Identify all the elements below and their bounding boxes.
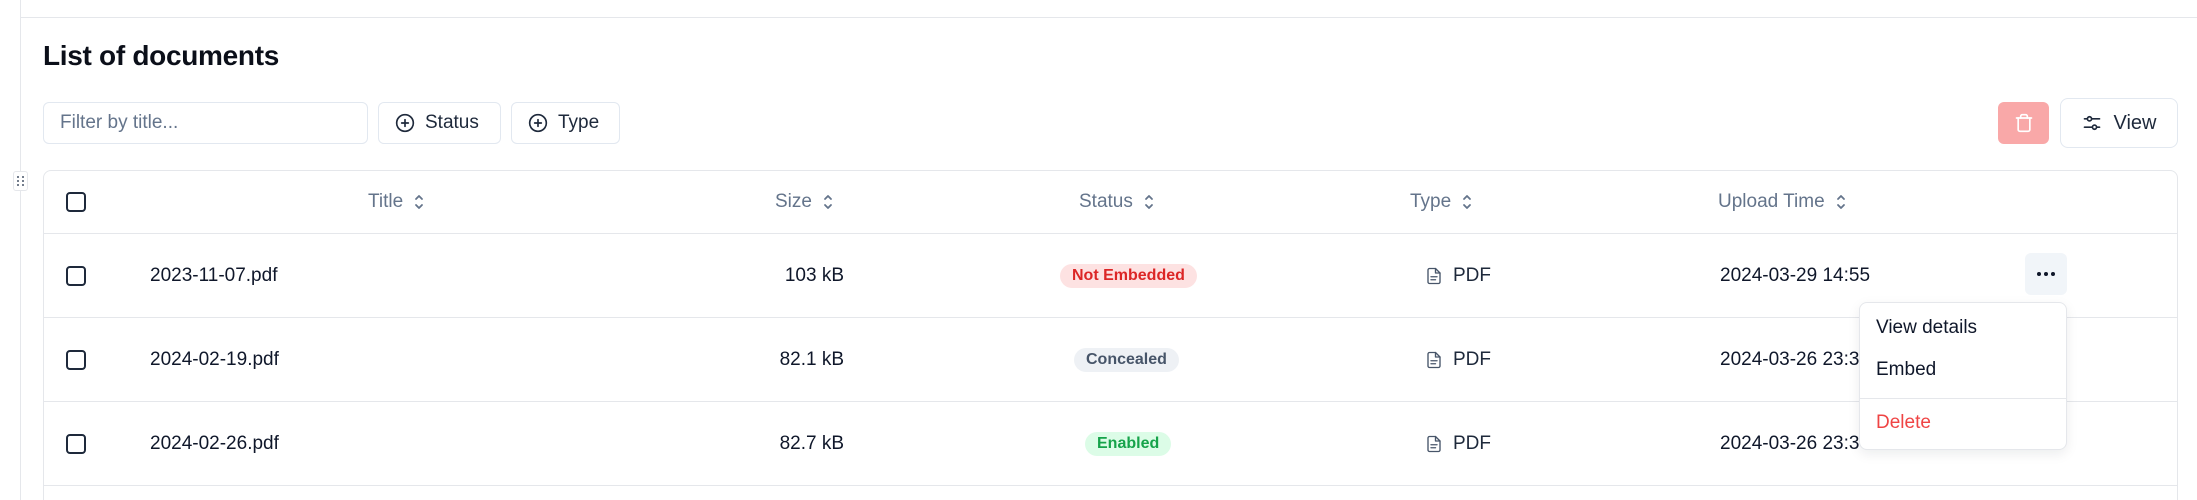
column-header-label: Type [1410, 191, 1452, 212]
sort-icon [1836, 195, 1845, 209]
status-filter-button[interactable]: Status [378, 102, 501, 144]
row-actions-button[interactable] [2025, 253, 2067, 295]
row-type: PDF [1425, 234, 1491, 317]
column-header-label: Upload Time [1718, 191, 1825, 212]
page-title: List of documents [43, 40, 280, 71]
filter-title-input[interactable] [43, 102, 368, 144]
drag-handle-icon[interactable] [13, 171, 28, 191]
row-type: PDF [1425, 318, 1491, 401]
documents-page: List of documents Status Type View Title… [0, 0, 2197, 500]
more-horizontal-icon [2037, 272, 2055, 276]
table-row[interactable]: 2023-11-07.pdf 103 kB Not Embedded PDF 2… [44, 234, 2177, 318]
sort-icon [415, 195, 424, 209]
column-header-label: Status [1079, 191, 1133, 212]
table-row[interactable]: 2024-02-26.pdf 82.7 kB Enabled PDF 2024-… [44, 402, 2177, 486]
menu-separator [1860, 398, 2066, 399]
sort-icon [1144, 195, 1153, 209]
row-type: PDF [1425, 402, 1491, 485]
view-options-label: View [2113, 111, 2157, 134]
row-title: 2024-02-19.pdf [150, 348, 279, 370]
row-type-label: PDF [1453, 348, 1491, 370]
type-filter-label: Type [558, 112, 600, 133]
status-badge: Enabled [1085, 431, 1172, 456]
plus-circle-icon [395, 113, 415, 133]
table-row[interactable]: 2024-02-19.pdf 82.1 kB Concealed PDF 202… [44, 318, 2177, 402]
table-header-row: Title Size Status Type Upload Time [44, 171, 2177, 234]
file-text-icon [1427, 351, 1441, 368]
column-header-upload-time[interactable]: Upload Time [1718, 171, 1847, 233]
column-header-title[interactable]: Title [368, 171, 425, 233]
status-badge: Concealed [1074, 347, 1179, 372]
sort-icon [1463, 195, 1472, 209]
row-size: 82.7 kB [779, 432, 844, 454]
row-title: 2024-02-26.pdf [150, 432, 279, 454]
file-text-icon [1427, 435, 1441, 452]
select-all-checkbox[interactable] [66, 192, 86, 212]
menu-item-view-details[interactable]: View details [1876, 317, 1977, 339]
column-header-status[interactable]: Status [1079, 171, 1155, 233]
sidebar-border [20, 0, 21, 500]
row-size: 82.1 kB [779, 348, 844, 370]
status-badge: Not Embedded [1060, 263, 1197, 288]
column-header-type[interactable]: Type [1410, 171, 1473, 233]
row-actions-menu: View details Embed Delete [1859, 302, 2067, 450]
menu-item-embed[interactable]: Embed [1876, 359, 1936, 381]
type-filter-button[interactable]: Type [511, 102, 620, 144]
row-type-label: PDF [1453, 432, 1491, 454]
delete-selected-button[interactable] [1998, 102, 2049, 144]
file-text-icon [1427, 267, 1441, 284]
column-header-label: Size [775, 191, 812, 212]
top-divider [21, 17, 2197, 18]
plus-circle-icon [528, 113, 548, 133]
column-header-label: Title [368, 191, 404, 212]
sort-icon [824, 195, 832, 209]
row-type-label: PDF [1453, 264, 1491, 286]
row-checkbox[interactable] [66, 433, 86, 454]
row-checkbox[interactable] [66, 349, 86, 370]
sliders-icon [2083, 115, 2100, 131]
row-upload-time: 2024-03-29 14:55 [1720, 264, 1871, 286]
view-options-button[interactable]: View [2060, 98, 2178, 148]
row-title: 2023-11-07.pdf [150, 264, 278, 286]
row-checkbox[interactable] [66, 265, 86, 286]
row-size: 103 kB [784, 264, 844, 286]
status-filter-label: Status [425, 112, 479, 133]
column-header-size[interactable]: Size [775, 171, 834, 233]
documents-table: Title Size Status Type Upload Time 2023-… [43, 170, 2178, 500]
row-upload-time: 2024-03-26 23:3 [1720, 348, 1860, 370]
trash-icon [2015, 113, 2032, 133]
row-upload-time: 2024-03-26 23:3 [1720, 432, 1860, 454]
menu-item-delete[interactable]: Delete [1876, 412, 1931, 434]
